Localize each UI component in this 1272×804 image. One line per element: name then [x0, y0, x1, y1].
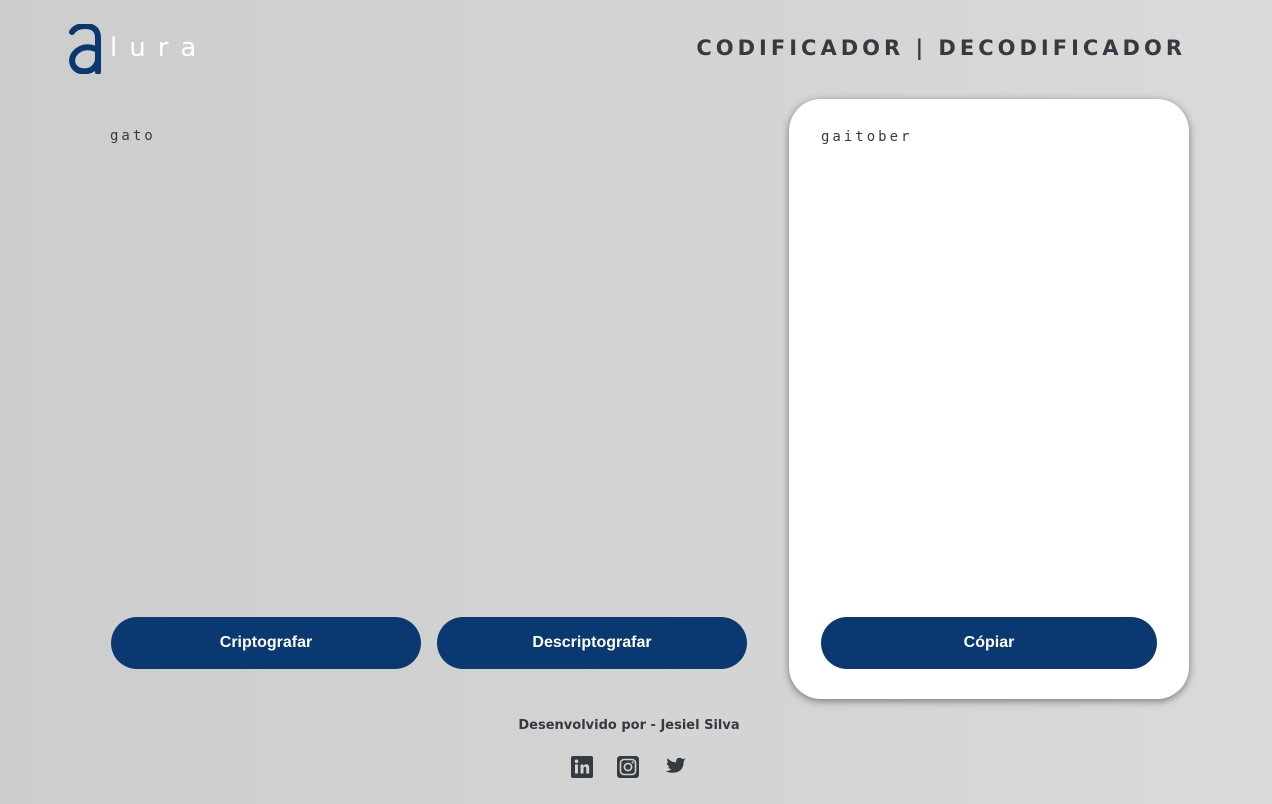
- footer-credit: Desenvolvido por - Jesiel Silva: [518, 718, 740, 733]
- text-input[interactable]: [110, 128, 746, 588]
- linkedin-icon[interactable]: [570, 755, 594, 779]
- encrypt-button[interactable]: Criptografar: [111, 617, 421, 669]
- alura-logo-mark: [69, 24, 101, 74]
- instagram-icon[interactable]: [616, 755, 640, 779]
- output-text: gaitober: [821, 129, 913, 145]
- twitter-icon[interactable]: [662, 755, 686, 779]
- page-title: CODIFICADOR | DECODIFICADOR: [696, 36, 1186, 60]
- alura-logo: lura: [68, 24, 208, 74]
- output-card: gaitober Cópiar: [789, 99, 1189, 699]
- copy-button[interactable]: Cópiar: [821, 617, 1157, 669]
- social-links: [570, 755, 686, 779]
- decrypt-button[interactable]: Descriptografar: [437, 617, 747, 669]
- logo-text: lura: [110, 33, 209, 63]
